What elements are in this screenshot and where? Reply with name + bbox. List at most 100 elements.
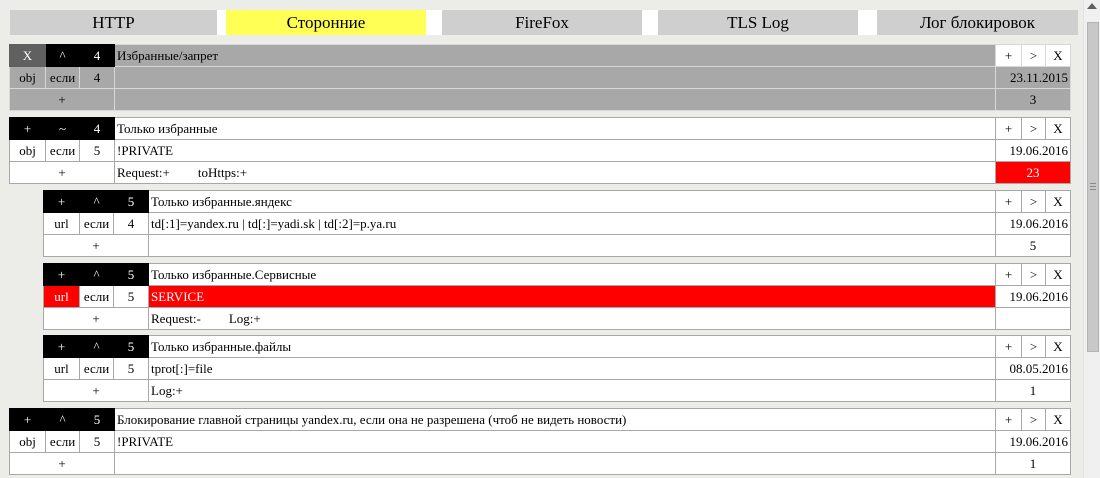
- condition-level[interactable]: 4: [79, 66, 115, 89]
- rule-level[interactable]: 5: [113, 335, 149, 358]
- next-icon[interactable]: >: [1021, 335, 1046, 358]
- next-icon[interactable]: >: [1021, 190, 1046, 213]
- match-count: 3: [995, 88, 1071, 111]
- rule-level[interactable]: 5: [113, 190, 149, 213]
- move-up-icon[interactable]: ^: [79, 263, 114, 286]
- rule-condition[interactable]: если: [45, 139, 80, 162]
- condition-level[interactable]: 5: [79, 139, 115, 162]
- add-icon[interactable]: +: [43, 263, 80, 286]
- rule-type[interactable]: url: [43, 285, 80, 308]
- add-icon[interactable]: +: [43, 307, 149, 330]
- rule-group-favorites-deny: X ^ 4 Избранные/запрет + > X obj если 4 …: [9, 44, 1071, 111]
- tab-third-party[interactable]: Сторонние: [226, 10, 426, 35]
- rule-date: 19.06.2016: [995, 212, 1071, 235]
- move-up-icon[interactable]: ^: [79, 335, 114, 358]
- close-icon[interactable]: X: [1045, 263, 1071, 286]
- rule-condition[interactable]: если: [45, 430, 80, 453]
- tab-http[interactable]: HTTP: [10, 10, 217, 35]
- condition-level[interactable]: 5: [113, 285, 149, 308]
- rule-condition[interactable]: если: [79, 357, 114, 380]
- add-icon[interactable]: +: [995, 117, 1022, 140]
- rule-block-yandex-main: + ^ 5 Блокирование главной страницы yand…: [9, 408, 1071, 475]
- rule-value[interactable]: [114, 66, 996, 89]
- rule-value[interactable]: !PRIVATE: [114, 430, 996, 453]
- close-icon[interactable]: X: [1045, 190, 1071, 213]
- rule-condition[interactable]: если: [45, 66, 80, 89]
- move-up-icon[interactable]: ^: [79, 190, 114, 213]
- add-icon[interactable]: +: [995, 44, 1022, 67]
- close-icon[interactable]: X: [9, 44, 46, 67]
- condition-level[interactable]: 5: [79, 430, 115, 453]
- tilde-icon[interactable]: ~: [45, 117, 80, 140]
- tab-block-log[interactable]: Лог блокировок: [877, 10, 1078, 35]
- rule-date: 08.05.2016: [995, 357, 1071, 380]
- rule-options[interactable]: Request:+ toHttps:+: [114, 161, 996, 184]
- rule-date: 23.11.2015: [995, 66, 1071, 89]
- close-icon[interactable]: X: [1045, 408, 1071, 431]
- rule-level[interactable]: 4: [79, 44, 115, 67]
- add-icon[interactable]: +: [43, 190, 80, 213]
- add-icon[interactable]: +: [995, 408, 1022, 431]
- rule-title[interactable]: Только избранные: [114, 117, 996, 140]
- add-icon[interactable]: +: [9, 161, 115, 184]
- rule-level[interactable]: 4: [79, 117, 115, 140]
- rule-favorites-only: + ~ 4 Только избранные + > X obj если 5 …: [9, 117, 1071, 184]
- rule-title[interactable]: Избранные/запрет: [114, 44, 996, 67]
- add-icon[interactable]: +: [995, 263, 1022, 286]
- move-up-icon[interactable]: ^: [45, 408, 80, 431]
- rule-level[interactable]: 5: [113, 263, 149, 286]
- rule-type[interactable]: obj: [9, 139, 46, 162]
- add-icon[interactable]: +: [43, 379, 149, 402]
- condition-level[interactable]: 5: [113, 357, 149, 380]
- option-request[interactable]: Request:-: [151, 311, 201, 326]
- rule-options[interactable]: [114, 88, 996, 111]
- rule-options[interactable]: Request:- Log:+: [148, 307, 996, 330]
- rule-level[interactable]: 5: [79, 408, 115, 431]
- next-icon[interactable]: >: [1021, 408, 1046, 431]
- close-icon[interactable]: X: [1045, 335, 1071, 358]
- rule-options[interactable]: [148, 234, 996, 257]
- tab-tls-log[interactable]: TLS Log: [658, 10, 858, 35]
- rule-value[interactable]: tprot[:]=file: [148, 357, 996, 380]
- next-icon[interactable]: >: [1021, 263, 1046, 286]
- add-icon[interactable]: +: [9, 452, 115, 475]
- add-icon[interactable]: +: [43, 335, 80, 358]
- option-request[interactable]: Request:+: [117, 165, 170, 180]
- rule-condition[interactable]: если: [79, 285, 114, 308]
- add-icon[interactable]: +: [43, 234, 149, 257]
- tab-firefox[interactable]: FireFox: [442, 10, 642, 35]
- rule-title[interactable]: Только избранные.Сервисные: [148, 263, 996, 286]
- rule-type[interactable]: obj: [9, 430, 46, 453]
- condition-level[interactable]: 4: [113, 212, 149, 235]
- option-log[interactable]: Log:+: [229, 311, 261, 326]
- rule-value[interactable]: SERVICE: [148, 285, 996, 308]
- rule-options[interactable]: [114, 452, 996, 475]
- move-up-icon[interactable]: ^: [45, 44, 80, 67]
- next-icon[interactable]: >: [1021, 117, 1046, 140]
- rule-title[interactable]: Только избранные.файлы: [148, 335, 996, 358]
- rule-value[interactable]: td[:1]=yandex.ru | td[:]=yadi.sk | td[:2…: [148, 212, 996, 235]
- add-icon[interactable]: +: [9, 88, 115, 111]
- rule-type[interactable]: url: [43, 357, 80, 380]
- option-to-https[interactable]: toHttps:+: [198, 165, 247, 180]
- close-icon[interactable]: X: [1045, 44, 1071, 67]
- next-icon[interactable]: >: [1021, 44, 1046, 67]
- add-icon[interactable]: +: [9, 408, 46, 431]
- add-icon[interactable]: +: [995, 190, 1022, 213]
- grip-line: [1090, 186, 1096, 187]
- scroll-thumb[interactable]: [1087, 22, 1099, 352]
- rule-title[interactable]: Блокирование главной страницы yandex.ru,…: [114, 408, 996, 431]
- match-count: 1: [995, 452, 1071, 475]
- grip-line: [1090, 183, 1096, 184]
- rule-options[interactable]: Log:+: [148, 379, 996, 402]
- rule-type[interactable]: url: [43, 212, 80, 235]
- rule-title[interactable]: Только избранные.яндекс: [148, 190, 996, 213]
- rule-value[interactable]: !PRIVATE: [114, 139, 996, 162]
- add-icon[interactable]: +: [9, 117, 46, 140]
- vertical-scrollbar[interactable]: [1083, 0, 1100, 478]
- scroll-up-icon[interactable]: [1087, 3, 1097, 9]
- rule-type[interactable]: obj: [9, 66, 46, 89]
- rule-condition[interactable]: если: [79, 212, 114, 235]
- close-icon[interactable]: X: [1045, 117, 1071, 140]
- add-icon[interactable]: +: [995, 335, 1022, 358]
